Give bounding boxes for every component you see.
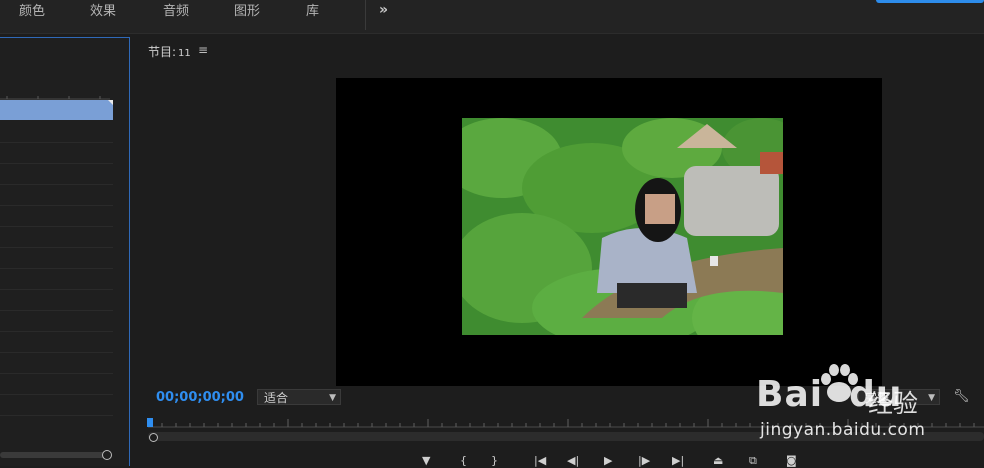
- baidu-paw-icon: [821, 364, 858, 402]
- workspace-tab-color[interactable]: 颜色: [19, 0, 45, 26]
- left-scrollbar[interactable]: [0, 452, 108, 458]
- step-back-icon[interactable]: ◀|: [567, 454, 579, 467]
- sequence-name: 11: [178, 48, 191, 59]
- zoom-handle[interactable]: [149, 433, 158, 442]
- video-frame: [462, 118, 783, 335]
- mark-out-icon[interactable]: }: [491, 454, 498, 467]
- share-button[interactable]: [876, 0, 984, 3]
- chevron-down-icon: ▼: [329, 393, 336, 403]
- watermark-cn-text: 经验: [868, 389, 919, 418]
- go-to-in-icon[interactable]: |◀: [534, 454, 546, 467]
- program-monitor-canvas[interactable]: [336, 78, 882, 386]
- playhead-marker[interactable]: [147, 418, 153, 427]
- baidu-jingyan-watermark: Bai du 经验 jingyan.baidu.com: [756, 358, 984, 448]
- workspace-tab-effects[interactable]: 效果: [90, 0, 116, 26]
- workspace-bar: 颜色 效果 音频 图形 库 »: [0, 0, 984, 34]
- workspace-tab-libraries[interactable]: 库: [306, 0, 319, 26]
- add-marker-icon[interactable]: ▼: [422, 454, 430, 467]
- left-zoom-handle[interactable]: [102, 450, 112, 460]
- left-panel: [0, 37, 130, 466]
- extract-icon[interactable]: ⧉: [749, 454, 757, 467]
- workspace-divider: [365, 0, 366, 30]
- more-workspaces-button[interactable]: »: [379, 2, 388, 18]
- step-forward-icon[interactable]: |▶: [638, 454, 650, 467]
- watermark-url: jingyan.baidu.com: [760, 420, 926, 440]
- selected-clip-bar[interactable]: [0, 100, 113, 120]
- go-to-out-icon[interactable]: ▶|: [672, 454, 684, 467]
- play-icon[interactable]: ▶: [604, 454, 612, 467]
- workspace-tab-audio[interactable]: 音频: [163, 0, 189, 26]
- program-monitor-title[interactable]: 节目: 11: [148, 43, 191, 60]
- lift-icon[interactable]: ⏏: [713, 454, 723, 467]
- zoom-level-select[interactable]: 适合 ▼: [257, 389, 341, 405]
- export-frame-icon[interactable]: ◙: [786, 454, 797, 467]
- workspace-tab-graphics[interactable]: 图形: [234, 0, 260, 26]
- playhead-timecode[interactable]: 00;00;00;00: [156, 390, 244, 405]
- video-frame-image: [462, 118, 783, 335]
- hamburger-menu-icon[interactable]: ≡: [198, 43, 208, 57]
- mark-in-icon[interactable]: {: [460, 454, 467, 467]
